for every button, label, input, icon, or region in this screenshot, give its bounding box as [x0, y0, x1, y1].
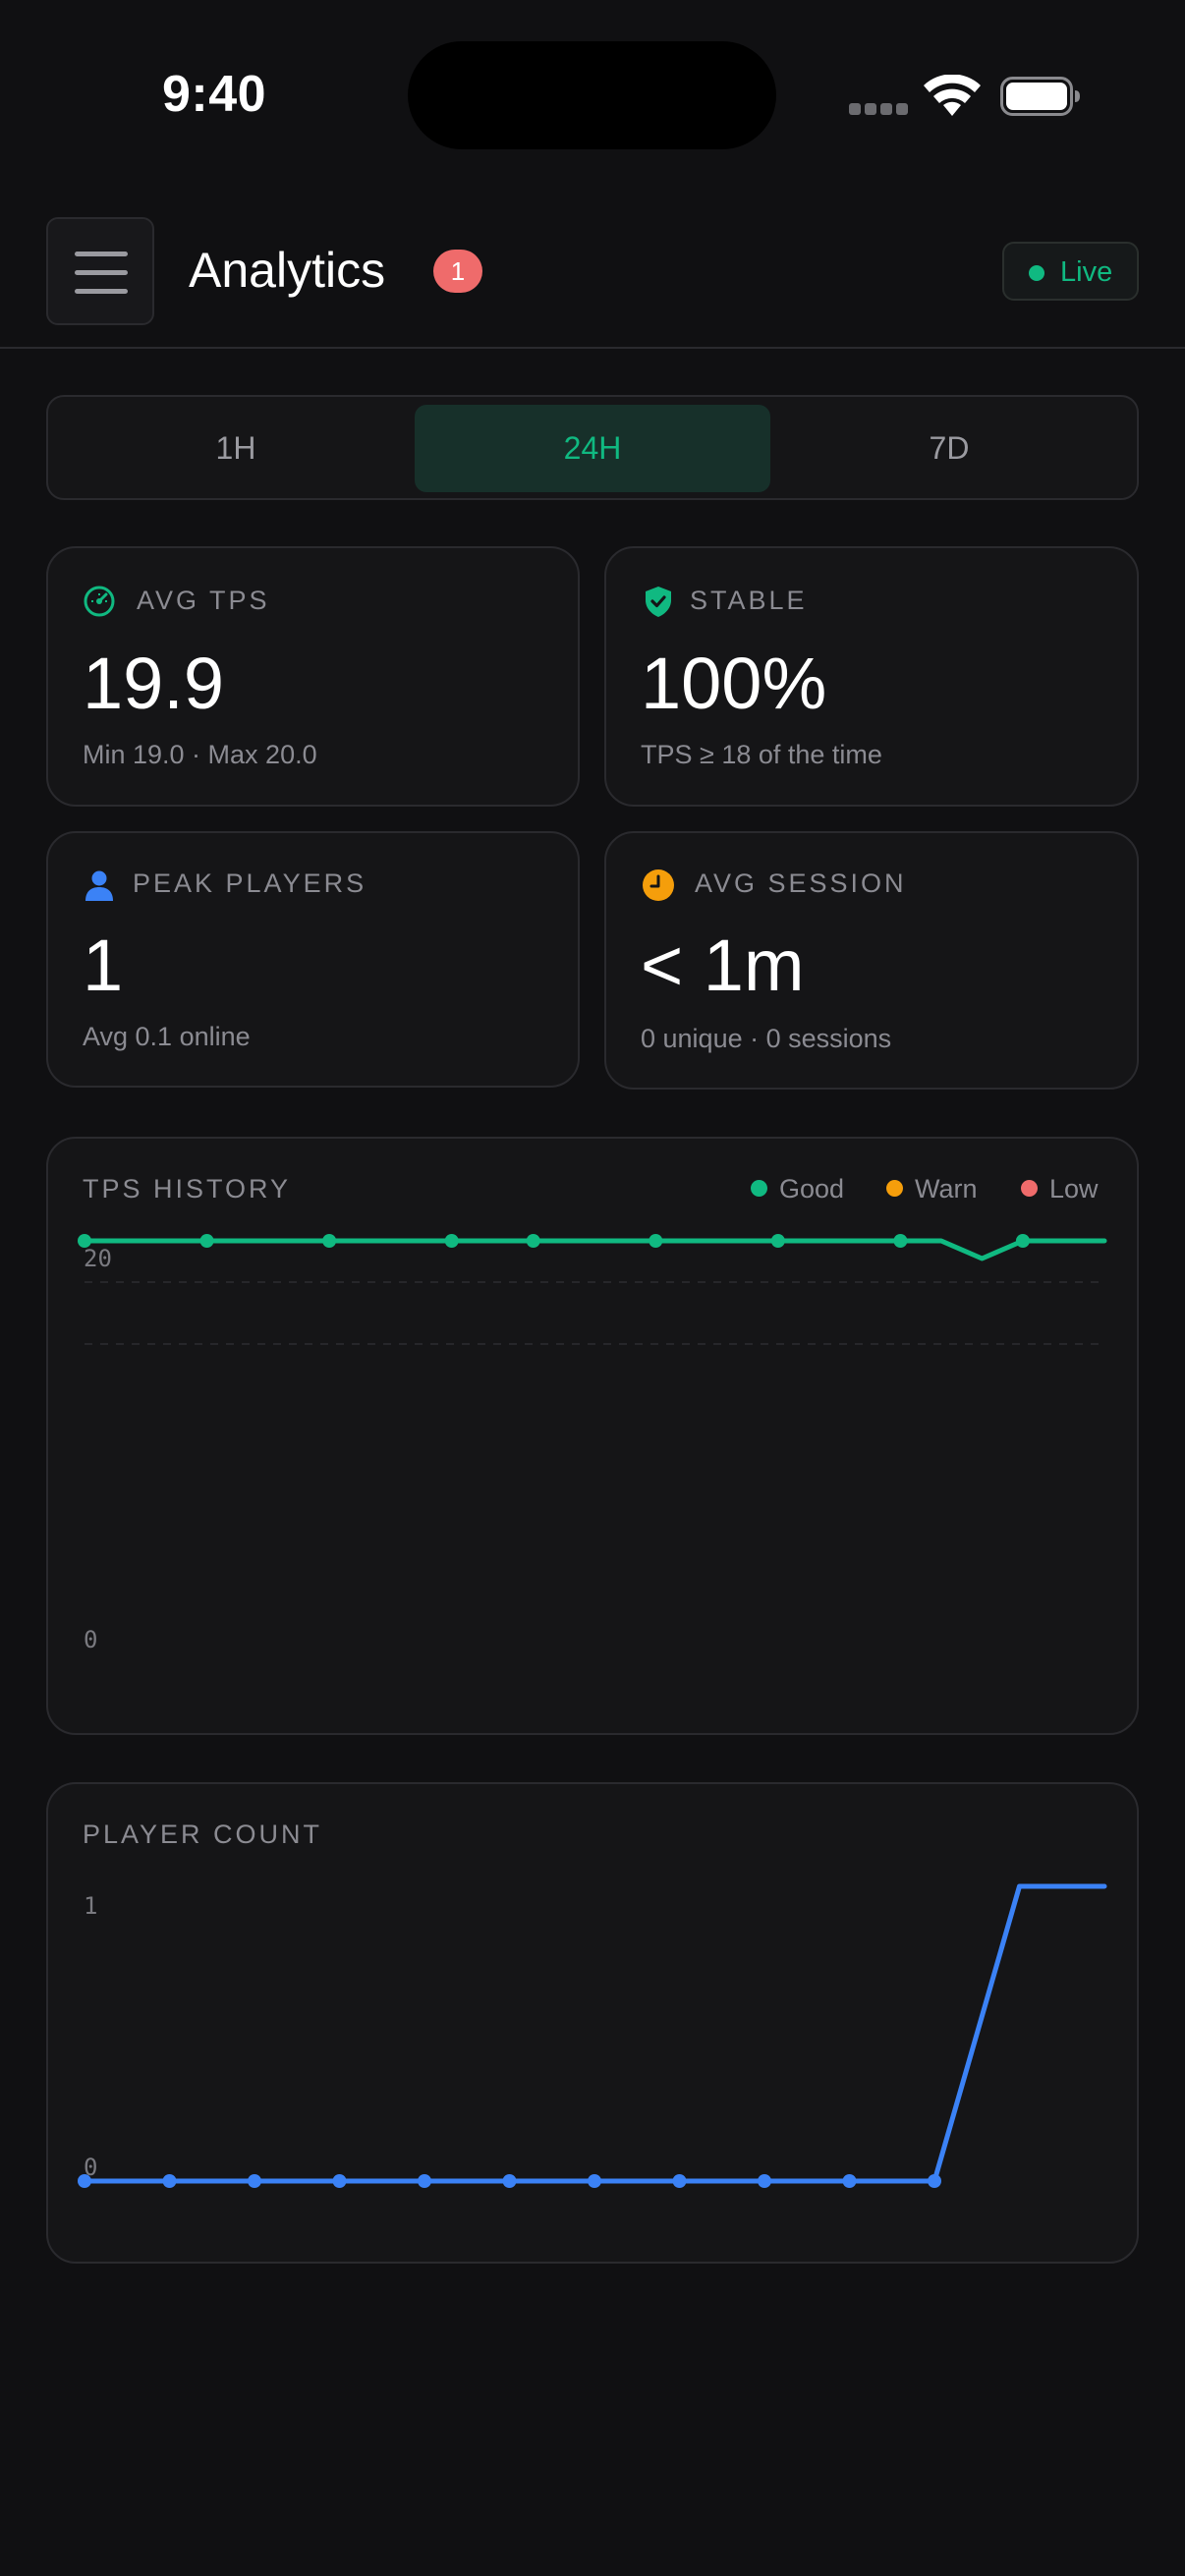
data-point[interactable]: [842, 2174, 857, 2188]
tps-data-point[interactable]: [526, 1234, 540, 1248]
menu-button[interactable]: [46, 217, 154, 325]
status-time: 9:40: [162, 66, 267, 123]
tps-series-line: [82, 1238, 1107, 1261]
live-label: Live: [1060, 256, 1113, 288]
data-point[interactable]: [758, 2174, 771, 2188]
tps-history-card: TPS HISTORY Good Warn Low 20 0: [46, 1137, 1139, 1735]
stable-subtext: TPS ≥ 18 of the time: [641, 740, 882, 769]
clock-icon: [643, 869, 674, 901]
data-point[interactable]: [588, 2174, 601, 2188]
tps-data-point[interactable]: [1015, 1234, 1030, 1248]
data-point[interactable]: [78, 2174, 91, 2188]
tab-1h[interactable]: 1H: [58, 405, 414, 492]
page-title: Analytics: [189, 243, 386, 298]
avg-session-subtext: 0 unique · 0 sessions: [641, 1024, 892, 1053]
avg-tps-value: 19.9: [83, 643, 225, 724]
tps-data-point[interactable]: [649, 1234, 663, 1248]
data-point[interactable]: [418, 2174, 431, 2188]
stable-label: STABLE: [690, 586, 808, 615]
data-point[interactable]: [248, 2174, 261, 2188]
hamburger-menu-icon: [75, 252, 128, 256]
wifi-icon: [924, 75, 981, 116]
live-dot-icon: [1029, 265, 1044, 281]
tps-data-point[interactable]: [770, 1234, 785, 1248]
stable-card: STABLE 100% TPS ≥ 18 of the time: [604, 546, 1139, 807]
peak-players-value: 1: [83, 924, 124, 1006]
y-tick-label: 20: [84, 1245, 112, 1272]
data-point[interactable]: [162, 2174, 177, 2188]
stable-value: 100%: [641, 643, 827, 724]
avg-tps-card: AVG TPS 19.9 Min 19.0 · Max 20.0: [46, 546, 580, 807]
app-header: Analytics 1 Live: [0, 187, 1185, 349]
y-tick-label: 1: [84, 1892, 97, 1920]
shield-check-icon: [646, 587, 671, 617]
tab-7d[interactable]: 7D: [771, 405, 1127, 492]
avg-tps-label: AVG TPS: [137, 586, 270, 615]
tps-data-point[interactable]: [444, 1234, 459, 1248]
speedometer-icon: [84, 586, 115, 617]
tps-data-point[interactable]: [78, 1234, 91, 1248]
dynamic-island: [408, 41, 776, 149]
y-tick-label: 0: [84, 1626, 97, 1653]
avg-tps-subtext: Min 19.0 · Max 20.0: [83, 740, 317, 769]
avg-session-label: AVG SESSION: [695, 868, 907, 898]
avg-session-card: AVG SESSION < 1m 0 unique · 0 sessions: [604, 831, 1139, 1090]
data-point[interactable]: [672, 2174, 687, 2188]
tps-data-point[interactable]: [893, 1234, 908, 1248]
tps-data-point[interactable]: [322, 1234, 337, 1248]
series-line: [82, 1883, 1107, 2184]
avg-session-value: < 1m: [641, 924, 805, 1006]
time-range-selector: 1H 24H 7D: [46, 395, 1139, 500]
battery-icon: [1000, 77, 1080, 116]
player-count-card: PLAYER COUNT 10: [46, 1782, 1139, 2264]
user-icon: [85, 870, 113, 901]
peak-players-card: PEAK PLAYERS 1 Avg 0.1 online: [46, 831, 580, 1088]
player-count-chart: 10: [78, 1883, 1107, 2188]
peak-players-subtext: Avg 0.1 online: [83, 1022, 251, 1051]
tab-24h[interactable]: 24H: [415, 405, 770, 492]
data-point[interactable]: [332, 2174, 347, 2188]
notification-badge[interactable]: 1: [433, 250, 482, 293]
live-status-pill[interactable]: Live: [1002, 242, 1139, 301]
tps-history-chart: 20 0: [78, 1234, 1107, 1653]
data-point[interactable]: [502, 2174, 517, 2188]
peak-players-label: PEAK PLAYERS: [133, 868, 367, 898]
data-point[interactable]: [928, 2174, 941, 2188]
status-bar: 9:40: [0, 0, 1185, 187]
tps-data-point[interactable]: [199, 1234, 214, 1248]
cellular-signal-icon: [849, 103, 908, 115]
